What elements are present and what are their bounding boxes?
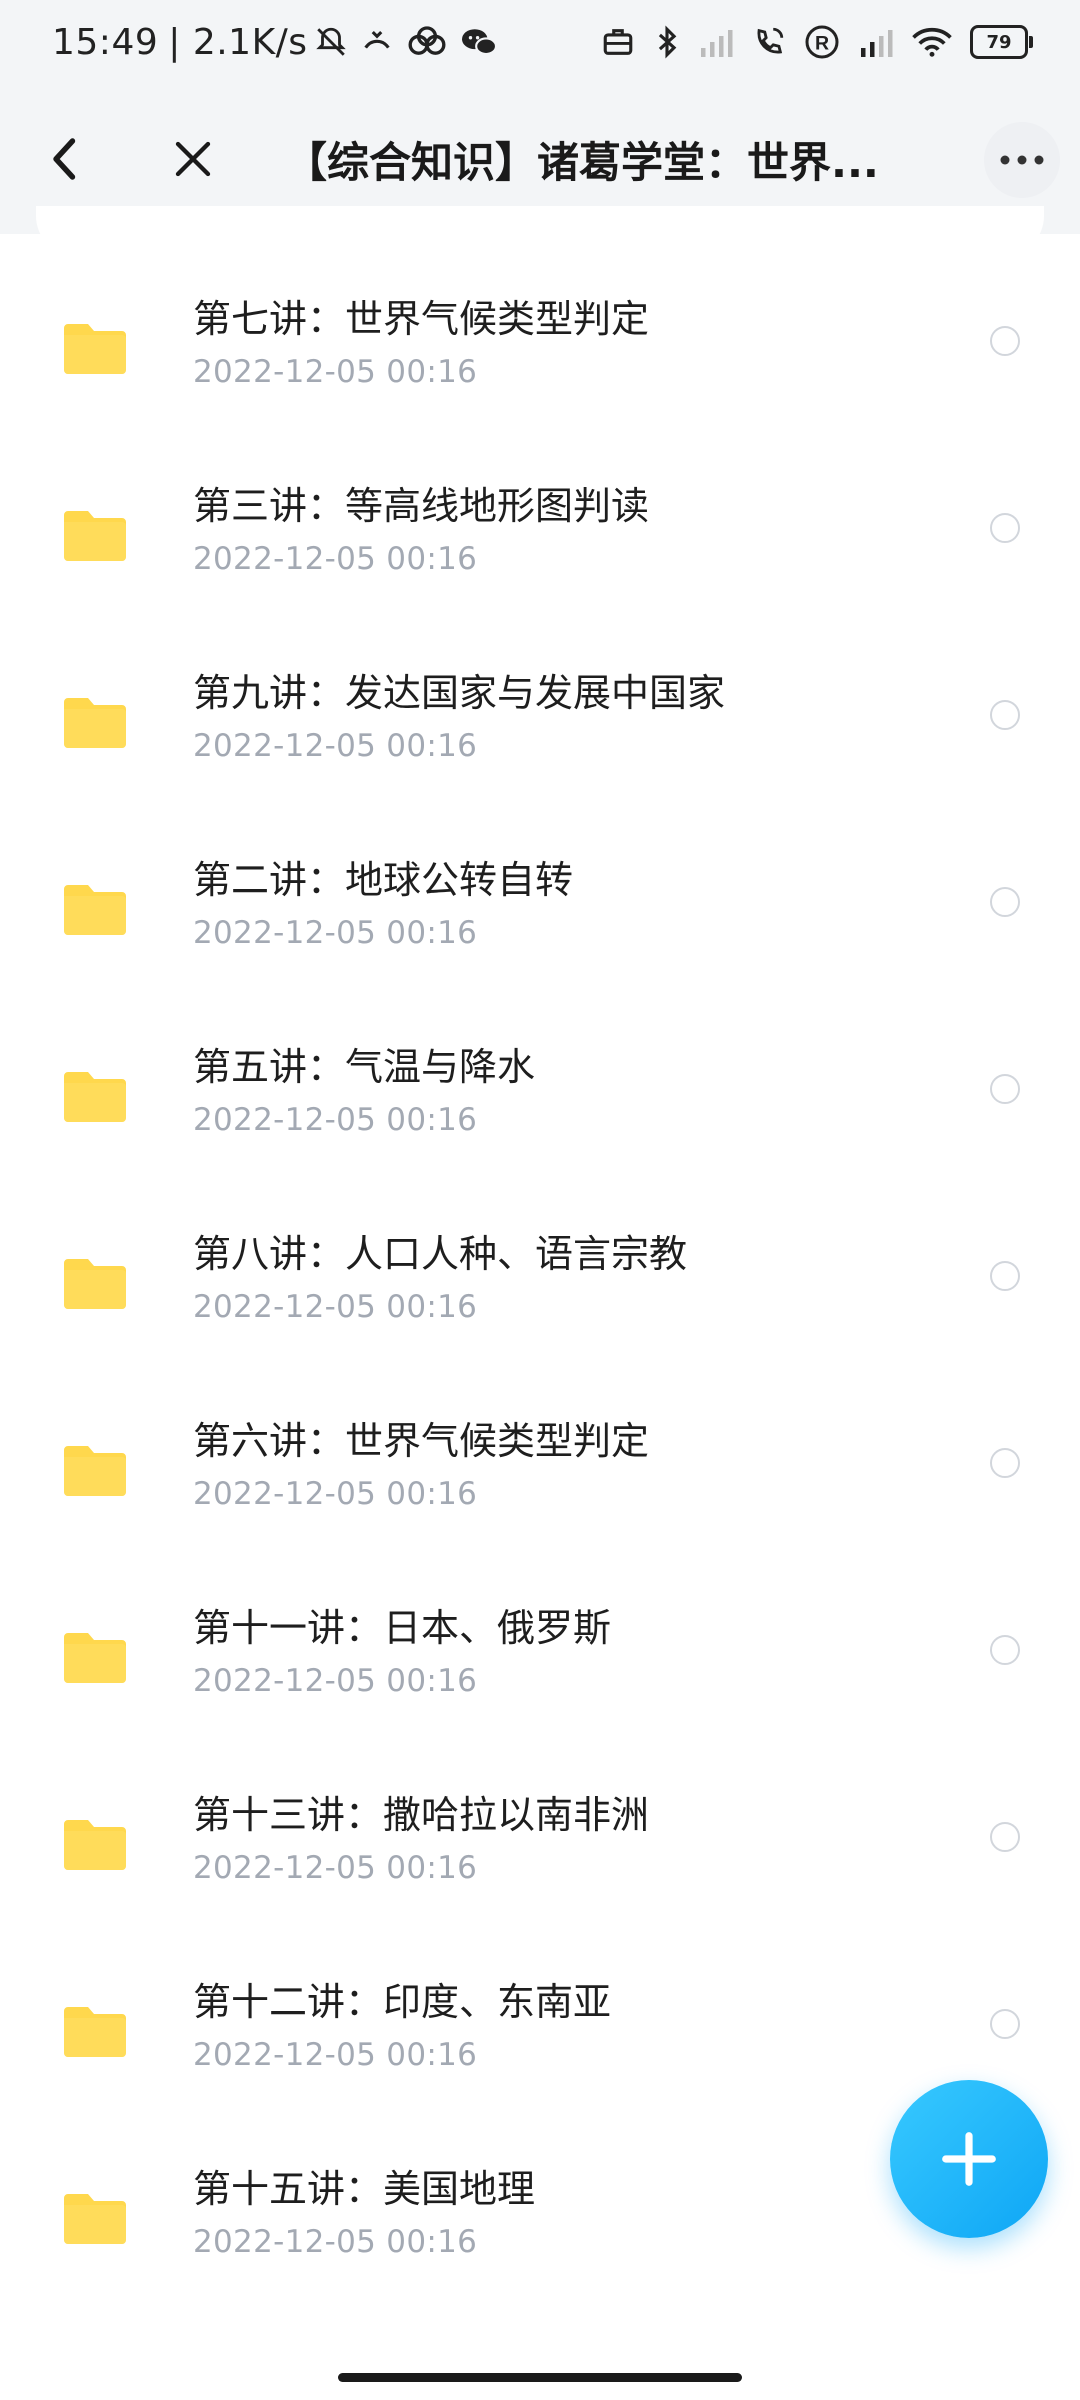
close-icon bbox=[175, 141, 211, 177]
file-date: 2022-12-05 00:16 bbox=[193, 1850, 478, 1886]
more-horizontal-icon bbox=[1000, 155, 1044, 165]
network-speed: | 2.1K/s bbox=[168, 21, 308, 63]
file-name: 第九讲：发达国家与发展中国家 bbox=[193, 671, 726, 715]
list-item[interactable]: 第二讲：地球公转自转 2022-12-05 00:16 bbox=[0, 801, 1080, 988]
file-name: 第六讲：世界气候类型判定 bbox=[193, 1419, 650, 1463]
select-radio[interactable] bbox=[990, 887, 1020, 917]
list-item[interactable]: 第五讲：气温与降水 2022-12-05 00:16 bbox=[0, 988, 1080, 1175]
file-date: 2022-12-05 00:16 bbox=[193, 728, 478, 764]
mute-icon bbox=[314, 25, 348, 59]
file-date: 2022-12-05 00:16 bbox=[193, 915, 478, 951]
home-indicator[interactable] bbox=[338, 2373, 742, 2382]
back-button[interactable] bbox=[40, 124, 90, 194]
file-date: 2022-12-05 00:16 bbox=[193, 1663, 478, 1699]
folder-icon bbox=[64, 511, 126, 561]
file-name: 第五讲：气温与降水 bbox=[193, 1045, 536, 1089]
close-button[interactable] bbox=[168, 124, 218, 194]
status-time: 15:49 bbox=[52, 21, 159, 63]
call-forward-icon bbox=[360, 25, 394, 59]
folder-icon bbox=[64, 1259, 126, 1309]
folder-icon bbox=[64, 1633, 126, 1683]
select-radio[interactable] bbox=[990, 326, 1020, 356]
more-button[interactable] bbox=[984, 122, 1060, 198]
select-radio[interactable] bbox=[990, 2009, 1020, 2039]
file-name: 第三讲：等高线地形图判读 bbox=[193, 484, 650, 528]
briefcase-icon bbox=[600, 25, 636, 59]
battery-icon: 79 bbox=[970, 25, 1033, 59]
folder-icon bbox=[64, 1072, 126, 1122]
file-date: 2022-12-05 00:16 bbox=[193, 354, 478, 390]
file-name: 第十五讲：美国地理 bbox=[193, 2167, 536, 2211]
select-radio[interactable] bbox=[990, 1261, 1020, 1291]
list-item[interactable]: 第九讲：发达国家与发展中国家 2022-12-05 00:16 bbox=[0, 614, 1080, 801]
folder-icon bbox=[64, 2007, 126, 2057]
folder-icon bbox=[64, 698, 126, 748]
cloud-icon bbox=[406, 25, 448, 59]
file-name: 第十二讲：印度、东南亚 bbox=[193, 1980, 612, 2024]
list-item[interactable]: 第八讲：人口人种、语言宗教 2022-12-05 00:16 bbox=[0, 1175, 1080, 1362]
file-name: 第七讲：世界气候类型判定 bbox=[193, 297, 650, 341]
folder-icon bbox=[64, 885, 126, 935]
file-name: 第十三讲：撒哈拉以南非洲 bbox=[193, 1793, 650, 1837]
folder-icon bbox=[64, 2194, 126, 2244]
file-date: 2022-12-05 00:16 bbox=[193, 2224, 478, 2260]
folder-icon bbox=[64, 1446, 126, 1496]
select-radio[interactable] bbox=[990, 513, 1020, 543]
wifi-icon bbox=[912, 26, 952, 58]
list-item[interactable]: 第十二讲：印度、东南亚 2022-12-05 00:16 bbox=[0, 1923, 1080, 2110]
list-item[interactable]: 第七讲：世界气候类型判定 2022-12-05 00:16 bbox=[0, 240, 1080, 427]
file-date: 2022-12-05 00:16 bbox=[193, 1476, 478, 1512]
list-item[interactable]: 第六讲：世界气候类型判定 2022-12-05 00:16 bbox=[0, 1362, 1080, 1549]
svg-text:R: R bbox=[815, 33, 829, 55]
status-bar: 15:49 | 2.1K/s R 79 bbox=[0, 0, 1080, 84]
file-name: 第十一讲：日本、俄罗斯 bbox=[193, 1606, 612, 1650]
folder-icon bbox=[64, 324, 126, 374]
list-item[interactable]: 第十三讲：撒哈拉以南非洲 2022-12-05 00:16 bbox=[0, 1736, 1080, 1923]
page-title: 【综合知识】诸葛学堂：世界... bbox=[285, 138, 879, 187]
signal-icon bbox=[858, 27, 894, 57]
file-date: 2022-12-05 00:16 bbox=[193, 541, 478, 577]
select-radio[interactable] bbox=[990, 700, 1020, 730]
registered-icon: R bbox=[804, 24, 840, 60]
file-name: 第八讲：人口人种、语言宗教 bbox=[193, 1232, 688, 1276]
list-item[interactable]: 第十一讲：日本、俄罗斯 2022-12-05 00:16 bbox=[0, 1549, 1080, 1736]
add-button[interactable] bbox=[890, 2080, 1048, 2238]
wifi-call-icon bbox=[752, 25, 786, 59]
signal-icon bbox=[698, 27, 734, 57]
folder-icon bbox=[64, 1820, 126, 1870]
chevron-left-icon bbox=[53, 138, 76, 180]
file-date: 2022-12-05 00:16 bbox=[193, 1102, 478, 1138]
file-name: 第二讲：地球公转自转 bbox=[193, 858, 574, 902]
list-item[interactable]: 第三讲：等高线地形图判读 2022-12-05 00:16 bbox=[0, 427, 1080, 614]
select-radio[interactable] bbox=[990, 1074, 1020, 1104]
file-date: 2022-12-05 00:16 bbox=[193, 2037, 478, 2073]
select-radio[interactable] bbox=[990, 1635, 1020, 1665]
wechat-icon bbox=[460, 25, 498, 59]
select-radio[interactable] bbox=[990, 1822, 1020, 1852]
bluetooth-icon bbox=[654, 25, 680, 59]
file-date: 2022-12-05 00:16 bbox=[193, 1289, 478, 1325]
plus-icon bbox=[942, 2132, 996, 2186]
select-radio[interactable] bbox=[990, 1448, 1020, 1478]
